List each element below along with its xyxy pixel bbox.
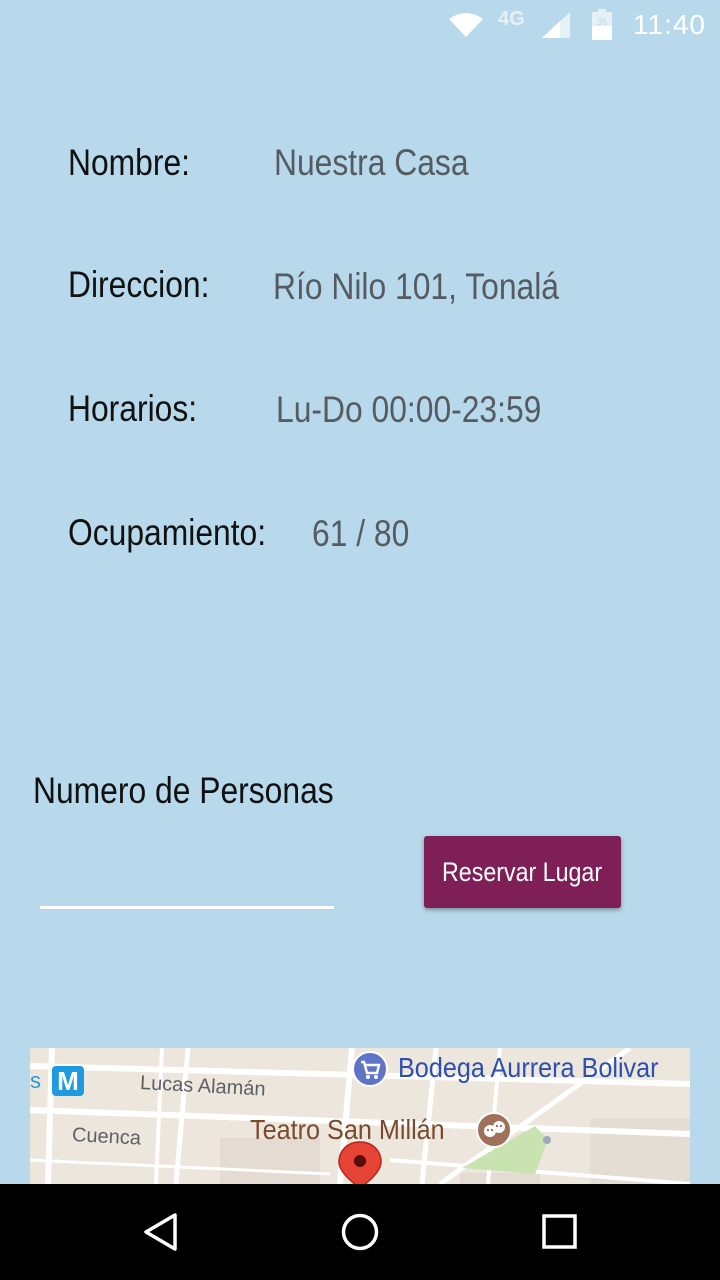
name-label: Nombre: (68, 142, 191, 183)
hours-label: Horarios: (68, 388, 198, 429)
wifi-icon (448, 0, 484, 50)
navigation-bar (0, 1184, 720, 1280)
metro-icon: M (52, 1066, 84, 1096)
poi-bodega-aurrera: Bodega Aurrera Bolivar (398, 1052, 659, 1083)
occupancy-label: Ocupamiento: (68, 512, 267, 553)
reserve-button[interactable]: Reservar Lugar (424, 836, 621, 908)
shopping-cart-icon (352, 1051, 388, 1087)
recents-icon[interactable] (542, 1214, 578, 1250)
home-icon[interactable] (340, 1212, 380, 1252)
occupancy-value: 61 / 80 (312, 513, 410, 554)
back-icon[interactable] (142, 1212, 180, 1252)
clock: 11:40 (633, 9, 706, 40)
signal-icon (540, 0, 572, 50)
battery-level: 35 (597, 17, 607, 27)
persons-input[interactable] (40, 846, 334, 909)
name-value: Nuestra Casa (274, 142, 469, 183)
persons-label: Numero de Personas (33, 770, 334, 811)
reserve-button-label: Reservar Lugar (442, 856, 603, 887)
status-bar: 4G 35 11:40 (0, 0, 720, 50)
battery-icon: 35 (590, 0, 614, 50)
network-type: 4G (498, 7, 525, 30)
map[interactable]: M s Lucas Alamán Cuenca Bodega Aurrera B… (30, 1048, 690, 1184)
theater-masks-icon (476, 1112, 512, 1148)
metro-station-label: s (30, 1068, 41, 1093)
address-value: Río Nilo 101, Tonalá (273, 266, 559, 307)
hours-value: Lu-Do 00:00-23:59 (276, 389, 542, 430)
address-label: Direccion: (68, 264, 210, 305)
street-cuenca: Cuenca (71, 1124, 142, 1150)
